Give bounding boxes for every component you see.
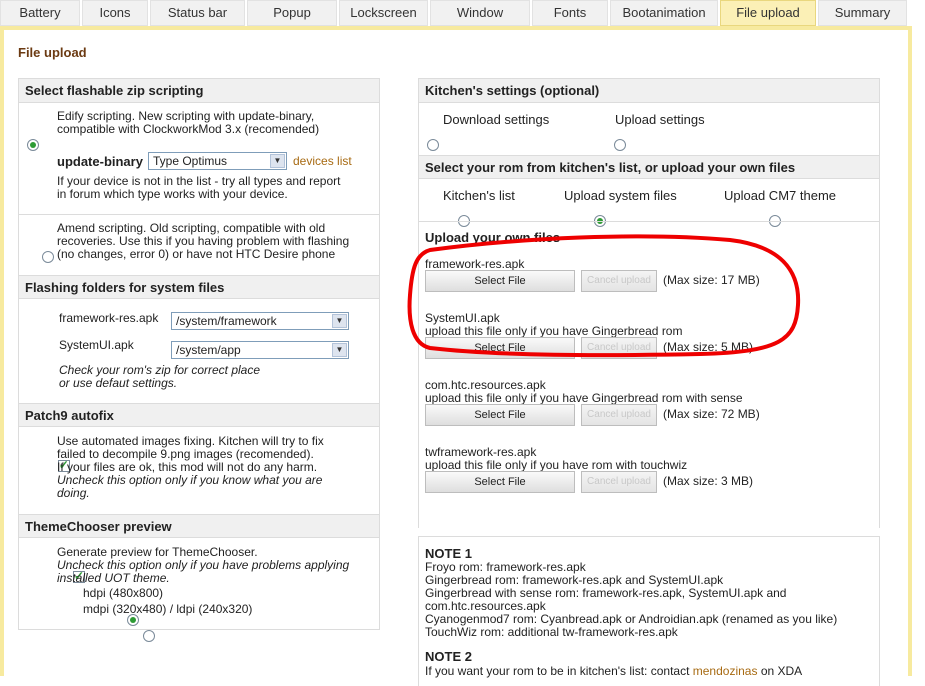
divider xyxy=(419,221,879,222)
folders-hint-2: or use defaut settings. xyxy=(59,376,178,390)
edify-label-2: compatible with ClockworkMod 3.x (recome… xyxy=(57,122,320,136)
right-panel: Kitchen's settings (optional) Download s… xyxy=(418,78,880,528)
framework-folder-label: framework-res.apk xyxy=(59,311,159,325)
content-frame: File upload Select flashable zip scripti… xyxy=(0,26,912,686)
max-size-systemui: (Max size: 5 MB) xyxy=(663,340,754,354)
amend-radio[interactable] xyxy=(42,250,55,263)
update-binary-value: Type Optimus xyxy=(153,154,228,168)
note2-line: If you want your rom to be in kitchen's … xyxy=(425,664,690,678)
tab-icons[interactable]: Icons xyxy=(82,0,148,26)
framework-folder-value: /system/framework xyxy=(176,314,277,328)
hdpi-label: hdpi (480x800) xyxy=(83,586,164,600)
mdpi-label: mdpi (320x480) / ldpi (240x320) xyxy=(83,602,253,616)
theme-text-3: installed UOT theme. xyxy=(57,571,170,585)
upload-system-files-label: Upload system files xyxy=(564,188,677,203)
note1-title: NOTE 1 xyxy=(425,546,472,561)
upload-settings-radio[interactable] xyxy=(614,138,627,151)
framework-folder-select[interactable]: /system/framework ▼ xyxy=(171,312,349,330)
download-settings-label: Download settings xyxy=(443,112,550,127)
section-heading-rom: Select your rom from kitchen's list, or … xyxy=(419,155,879,179)
select-file-button-framework[interactable]: Select File xyxy=(425,270,575,292)
note2-text: If you want your rom to be in kitchen's … xyxy=(425,665,802,678)
tab-file-upload[interactable]: File upload xyxy=(720,0,816,26)
tab-bootanimation[interactable]: Bootanimation xyxy=(610,0,718,26)
amend-label-3: (no changes, error 0) or have not HTC De… xyxy=(57,247,336,261)
tab-status-bar[interactable]: Status bar xyxy=(150,0,245,26)
max-size-framework: (Max size: 17 MB) xyxy=(663,273,760,287)
section-heading-zip: Select flashable zip scripting xyxy=(19,79,379,103)
upload-own-files-heading: Upload your own files xyxy=(425,230,561,245)
tab-lockscreen[interactable]: Lockscreen xyxy=(339,0,428,26)
select-file-button-twframework[interactable]: Select File xyxy=(425,471,575,493)
device-note-2: in forum which type works with your devi… xyxy=(57,187,288,201)
tab-window[interactable]: Window xyxy=(430,0,530,26)
systemui-folder-select[interactable]: /system/app ▼ xyxy=(171,341,349,359)
chevron-down-icon: ▼ xyxy=(332,343,347,357)
tab-summary[interactable]: Summary xyxy=(818,0,907,26)
page-title: File upload xyxy=(18,45,87,60)
left-panel: Select flashable zip scripting Edify scr… xyxy=(18,78,380,642)
download-settings-radio[interactable] xyxy=(427,138,439,151)
devices-list-link[interactable]: devices list xyxy=(293,155,352,168)
cancel-upload-button-twframework[interactable]: Cancel upload xyxy=(581,471,657,493)
tab-bar: Battery Icons Status bar Popup Lockscree… xyxy=(0,0,925,26)
upload-settings-label: Upload settings xyxy=(615,112,705,127)
note1-line: TouchWiz rom: additional tw-framework-re… xyxy=(425,625,678,639)
mendozinas-link[interactable]: mendozinas xyxy=(693,664,758,678)
chevron-down-icon: ▼ xyxy=(332,314,347,328)
tab-popup[interactable]: Popup xyxy=(247,0,337,26)
tab-battery[interactable]: Battery xyxy=(0,0,80,26)
upload-cm7-theme-label: Upload CM7 theme xyxy=(724,188,836,203)
note2-title: NOTE 2 xyxy=(425,649,472,664)
max-size-twframework: (Max size: 3 MB) xyxy=(663,474,754,488)
tab-fonts[interactable]: Fonts xyxy=(532,0,608,26)
mdpi-radio[interactable] xyxy=(142,629,155,642)
systemui-folder-value: /system/app xyxy=(176,343,241,357)
cancel-upload-button-htc-resources[interactable]: Cancel upload xyxy=(581,404,657,426)
note2-tail: on XDA xyxy=(760,664,803,678)
select-file-button-htc-resources[interactable]: Select File xyxy=(425,404,575,426)
notes-panel: NOTE 1 Froyo rom: framework-res.apk Ging… xyxy=(418,536,880,686)
edify-radio[interactable] xyxy=(27,138,39,151)
section-heading-patch9: Patch9 autofix xyxy=(19,403,379,427)
update-binary-label: update-binary xyxy=(57,154,143,169)
kitchens-list-label: Kitchen's list xyxy=(443,188,515,203)
section-heading-kitchen: Kitchen's settings (optional) xyxy=(419,79,879,103)
select-file-button-systemui[interactable]: Select File xyxy=(425,337,575,359)
divider xyxy=(19,214,379,215)
chevron-down-icon: ▼ xyxy=(270,154,285,168)
update-binary-select[interactable]: Type Optimus ▼ xyxy=(148,152,287,170)
section-heading-theme: ThemeChooser preview xyxy=(19,514,379,538)
max-size-htc-resources: (Max size: 72 MB) xyxy=(663,407,760,421)
section-heading-folders: Flashing folders for system files xyxy=(19,275,379,299)
systemui-folder-label: SystemUI.apk xyxy=(59,338,134,352)
patch9-text-4: Uncheck this option only if you know wha… xyxy=(57,473,323,487)
patch9-text-5: doing. xyxy=(57,486,90,500)
cancel-upload-button-systemui[interactable]: Cancel upload xyxy=(581,337,657,359)
cancel-upload-button-framework[interactable]: Cancel upload xyxy=(581,270,657,292)
